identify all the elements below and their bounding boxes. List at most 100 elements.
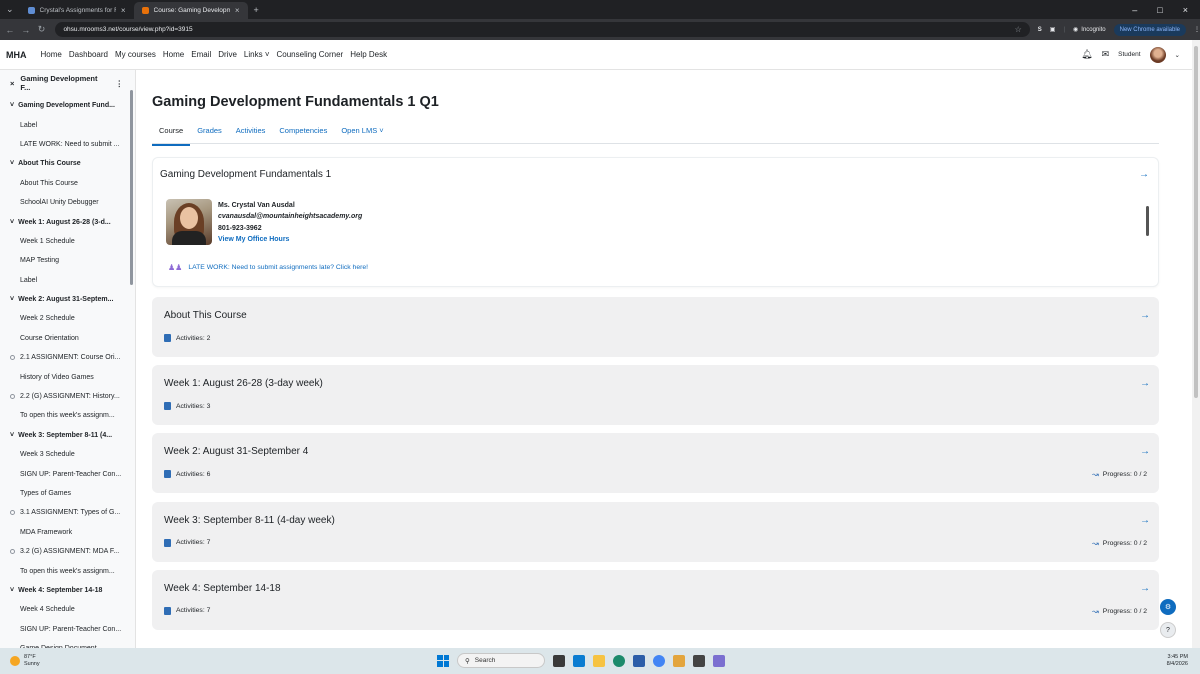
sidebar-activity[interactable]: To open this week's assignm... (0, 406, 135, 425)
late-work-link[interactable]: ♟♟ LATE WORK: Need to submit assignments… (168, 263, 368, 272)
sidebar-section[interactable]: ˅ About This Course (0, 154, 135, 173)
section-card[interactable]: Week 1: August 26-28 (3-day week) → Activi… (152, 365, 1159, 426)
nav-help-desk[interactable]: Help Desk (350, 50, 387, 59)
chevron-down-icon[interactable]: ˅ (10, 432, 14, 439)
section-title[interactable]: About This Course (164, 310, 247, 321)
arrow-right-icon[interactable]: → (1140, 310, 1150, 321)
task-view-icon[interactable] (553, 654, 565, 667)
section-card[interactable]: Week 2: August 31-September 4 → Activities… (152, 433, 1159, 494)
sidebar-activity[interactable]: About This Course (0, 174, 135, 193)
edge-browser-icon[interactable] (613, 654, 625, 667)
arrow-right-icon[interactable]: → (1140, 583, 1150, 594)
close-tab-icon[interactable]: × (235, 6, 240, 15)
nav-drive[interactable]: Drive (218, 50, 237, 59)
nav-email[interactable]: Email (191, 50, 211, 59)
chat-icon[interactable]: ✉ (1102, 49, 1110, 60)
drawer-scrollbar[interactable] (130, 90, 133, 285)
taskbar-search[interactable]: ⚲ Search (457, 653, 545, 668)
chevron-down-icon[interactable]: ˅ (10, 587, 14, 594)
mail-app-icon[interactable] (573, 654, 585, 667)
sidebar-activity[interactable]: Week 1 Schedule (0, 232, 135, 251)
sidebar-activity[interactable]: SchoolAI Unity Debugger (0, 193, 135, 212)
sidebar-activity[interactable]: Course Orientation (0, 329, 135, 348)
unity-app-icon[interactable] (693, 654, 705, 667)
nav-links-dropdown[interactable]: Links ˅ (244, 50, 270, 59)
sidebar-activity[interactable]: Week 4 Schedule (0, 600, 135, 619)
section-card[interactable]: Week 4: September 14-18 → Activities: 7 ↝ Pr… (152, 569, 1159, 630)
sidebar-activity[interactable]: MDA Framework (0, 523, 135, 542)
sidebar-activity[interactable]: History of Video Games (0, 367, 135, 386)
weather-widget[interactable]: 87°F Sunny (0, 654, 40, 668)
tab-list-icon[interactable]: ⌄ (0, 4, 20, 15)
sidebar-activity[interactable]: Types of Games (0, 484, 135, 503)
close-window-icon[interactable]: × (1183, 5, 1188, 15)
nav-home-2[interactable]: Home (163, 50, 184, 59)
new-tab-icon[interactable]: + (248, 5, 265, 15)
reload-icon[interactable]: ↻ (36, 24, 48, 35)
arrow-right-icon[interactable]: → (1139, 169, 1149, 180)
chevron-down-icon[interactable]: ˅ (10, 160, 14, 167)
section-title[interactable]: Week 2: August 31-September 4 (164, 446, 308, 457)
sidebar-activity[interactable]: 3.1 ASSIGNMENT: Types of G... (0, 503, 135, 522)
bookmark-star-icon[interactable]: ☆ (1015, 25, 1022, 34)
file-explorer-icon[interactable] (593, 654, 605, 667)
section-title[interactable]: Gaming Development Fundamentals 1 (160, 169, 331, 180)
section-title[interactable]: Week 4: September 14-18 (164, 583, 281, 594)
avatar[interactable] (1149, 46, 1166, 63)
sidebar-section[interactable]: ˅ Week 4: September 14-18 (0, 581, 135, 600)
nav-dashboard[interactable]: Dashboard (69, 50, 108, 59)
windows-start-icon[interactable] (437, 654, 449, 667)
sidebar-activity[interactable]: Week 3 Schedule (0, 445, 135, 464)
section-title[interactable]: Week 1: August 26-28 (3-day week) (164, 378, 323, 389)
sidebar-activity[interactable]: To open this week's assignm... (0, 561, 135, 580)
more-options-icon[interactable]: ⋮ (116, 79, 124, 88)
sidebar-activity[interactable]: Label (0, 271, 135, 290)
chevron-down-icon[interactable]: ⌄ (1175, 51, 1180, 59)
system-clock[interactable]: 3:45 PM 8/4/2026 (1167, 654, 1188, 668)
bell-icon[interactable]: 🔔︎ (1081, 49, 1092, 60)
arrow-right-icon[interactable]: → (1140, 378, 1150, 389)
nav-my-courses[interactable]: My courses (115, 50, 156, 59)
sidebar-section[interactable]: ˅ Week 2: August 31-Septem... (0, 290, 135, 309)
label-scrollbar[interactable] (1146, 200, 1150, 246)
sidebar-activity[interactable]: 2.1 ASSIGNMENT: Course Ori... (0, 348, 135, 367)
sidebar-activity[interactable]: Week 2 Schedule (0, 309, 135, 328)
page-scrollbar[interactable] (1192, 40, 1200, 648)
chrome-app-icon[interactable] (653, 654, 665, 667)
office-hours-link[interactable]: View My Office Hours (218, 234, 362, 245)
chevron-down-icon[interactable]: ˅ (10, 296, 14, 303)
sidebar-activity[interactable]: 2.2 (G) ASSIGNMENT: History... (0, 387, 135, 406)
chevron-down-icon[interactable]: ˅ (10, 219, 14, 226)
app-icon[interactable] (673, 654, 685, 667)
arrow-right-icon[interactable]: → (1140, 446, 1150, 457)
profile-button[interactable]: S (1038, 27, 1042, 33)
minimize-icon[interactable]: – (1132, 5, 1137, 15)
section-title[interactable]: Week 3: September 8-11 (4-day week) (164, 515, 335, 526)
app-icon[interactable] (713, 654, 725, 667)
sidebar-activity[interactable]: Label (0, 115, 135, 134)
sidebar-activity[interactable]: SIGN UP: Parent-Teacher Con... (0, 620, 135, 639)
menu-dots-icon[interactable]: ⋮ (1194, 26, 1200, 33)
nav-counseling-corner[interactable]: Counseling Corner (277, 50, 344, 59)
close-drawer-icon[interactable]: × (10, 79, 14, 88)
forward-icon[interactable]: → (20, 25, 32, 35)
chevron-down-icon[interactable]: ˅ (10, 102, 14, 109)
arrow-right-icon[interactable]: → (1140, 515, 1150, 526)
back-icon[interactable]: ← (4, 25, 16, 35)
sidebar-activity[interactable]: SIGN UP: Parent-Teacher Con... (0, 464, 135, 483)
new-chrome-button[interactable]: New Chrome available (1113, 23, 1187, 36)
brand-logo[interactable]: MHA (6, 50, 27, 60)
sidebar-section[interactable]: ˅ Week 1: August 26-28 (3-d... (0, 212, 135, 231)
sidebar-activity[interactable]: MAP Testing (0, 251, 135, 270)
sidebar-activity[interactable]: Game Design Document (0, 639, 135, 648)
browser-tab-course[interactable]: Course: Gaming Development F... × (133, 2, 248, 19)
sidebar-section[interactable]: ˅ Gaming Development Fund... (0, 96, 135, 115)
extensions-icon[interactable]: ▣ (1050, 26, 1056, 33)
accessibility-icon[interactable]: ⚙ (1160, 599, 1176, 615)
store-app-icon[interactable] (633, 654, 645, 667)
sidebar-activity[interactable]: LATE WORK: Need to submit ... (0, 135, 135, 154)
section-card[interactable]: Week 3: September 8-11 (4-day week) → Acti… (152, 501, 1159, 562)
maximize-icon[interactable]: □ (1157, 5, 1162, 15)
help-icon[interactable]: ? (1160, 622, 1176, 638)
nav-home[interactable]: Home (41, 50, 62, 59)
